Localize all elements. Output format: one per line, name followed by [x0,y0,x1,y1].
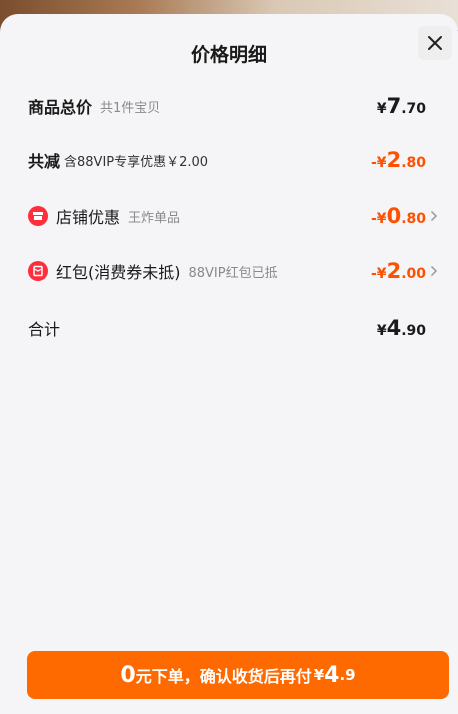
amount-int: 7 [386,94,402,118]
row-sub: 共1件宝贝 [100,100,161,116]
row-sub: 88VIP红包已抵 [188,265,278,281]
row-label: 商品总价 [28,98,93,117]
row-shop-discount[interactable]: 店铺优惠 王炸单品 -¥ 0 .80 [28,202,442,230]
row-amount: ¥ 7 .70 [377,94,426,118]
shop-coupon-icon [28,206,48,226]
amount-int: 2 [386,259,402,283]
amount-int: 4 [386,316,402,340]
amount-sign: -¥ [371,211,387,227]
red-envelope-icon [28,261,48,281]
row-amount: -¥ 0 .80 [371,204,426,228]
amount-sign: -¥ [371,266,387,282]
cta-zero: 0 [120,662,136,688]
cta-yen: ¥ [313,666,325,684]
amount-dec: .00 [401,266,426,282]
row-label: 合计 [28,320,61,339]
row-sub: 王炸单品 [128,210,181,226]
amount-sign: -¥ [371,155,387,171]
amount-sign: ¥ [376,101,387,117]
price-detail-sheet: 价格明细 商品总价 共1件宝贝 ¥ 7 .70 共减 含88VIP专享优惠￥2.… [0,14,458,714]
row-red-envelope[interactable]: 红包(消费券未抵) 88VIP红包已抵 -¥ 2 .00 [28,257,442,285]
row-label: 共减 [28,152,61,171]
cta-text: 元下单，确认收货后再付 [135,667,312,686]
row-amount: ¥ 4 .90 [377,316,426,340]
row-grand-total: 合计 ¥ 4 .90 [28,314,442,342]
cta-price-int: 4 [324,662,340,688]
amount-dec: .80 [401,155,426,171]
amount-int: 2 [386,148,402,172]
row-label: 红包(消费券未抵) [56,263,181,282]
row-amount: -¥ 2 .00 [371,259,426,283]
amount-dec: .90 [401,323,426,339]
row-total-price: 商品总价 共1件宝贝 ¥ 7 .70 [28,92,442,120]
row-sub: 含88VIP专享优惠￥2.00 [64,154,209,170]
row-total-discount: 共减 含88VIP专享优惠￥2.00 -¥ 2 .80 [28,146,442,174]
amount-int: 0 [386,204,402,228]
pay-later-button[interactable]: 0 元下单，确认收货后再付 ¥ 4 .9 [27,651,449,699]
close-icon [428,36,442,50]
close-button[interactable] [418,26,452,60]
page-title: 价格明细 [190,44,267,66]
cta-price-dec: .9 [339,666,356,684]
amount-dec: .70 [401,101,426,117]
row-amount: -¥ 2 .80 [371,148,426,172]
row-label: 店铺优惠 [56,208,121,227]
chevron-right-icon [430,265,442,277]
amount-dec: .80 [401,211,426,227]
amount-sign: ¥ [376,323,387,339]
chevron-right-icon [430,210,442,222]
